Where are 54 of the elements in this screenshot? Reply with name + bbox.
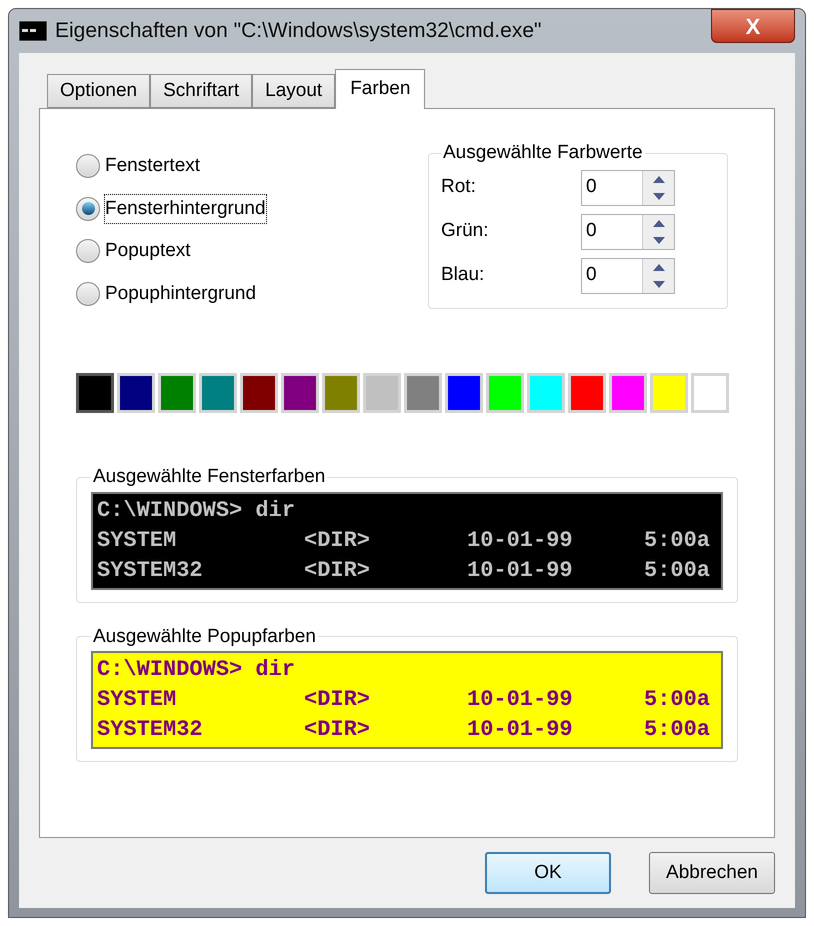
arrow-down-icon bbox=[652, 280, 664, 288]
dialog-button[interactable]: OK bbox=[485, 852, 611, 894]
console-text: SYSTEM32 bbox=[97, 716, 204, 744]
tab[interactable]: Farben bbox=[335, 69, 426, 109]
radio-button[interactable] bbox=[76, 154, 100, 178]
console-text: 5:00a bbox=[644, 526, 710, 554]
console-text: 10-01-99 bbox=[467, 526, 574, 554]
field-label: Grün: bbox=[441, 219, 490, 244]
radio-button[interactable] bbox=[76, 239, 100, 264]
arrow-down-icon bbox=[652, 192, 664, 200]
radio-label: Popuphintergrund bbox=[104, 282, 258, 306]
console-text: SYSTEM bbox=[97, 686, 178, 714]
radio-label: Popuptext bbox=[104, 239, 192, 263]
tab[interactable]: Layout bbox=[252, 74, 336, 108]
dialog-button[interactable]: Abbrechen bbox=[649, 852, 775, 894]
field-label: Rot: bbox=[441, 175, 477, 200]
window-title: Eigenschaften von "C:\Windows\system32\cmd.exe" bbox=[55, 18, 542, 44]
console-text: <DIR> bbox=[304, 526, 372, 554]
radio-button[interactable] bbox=[76, 196, 100, 221]
field-label: Blau: bbox=[441, 263, 486, 288]
spin-buttons[interactable] bbox=[642, 258, 674, 292]
radio-button[interactable] bbox=[76, 282, 100, 306]
tab[interactable]: Schriftart bbox=[150, 74, 252, 108]
console-text: SYSTEM bbox=[97, 526, 178, 554]
arrow-down-icon bbox=[652, 236, 664, 244]
console-text: <DIR> bbox=[304, 716, 372, 744]
console-text: <DIR> bbox=[304, 556, 372, 584]
console-text: 5:00a bbox=[644, 716, 710, 744]
console-text: 10-01-99 bbox=[467, 716, 574, 744]
arrow-up-icon bbox=[652, 264, 664, 270]
number-spinner[interactable]: 0 bbox=[581, 214, 675, 250]
number-spinner[interactable]: 0 bbox=[581, 258, 675, 294]
console-text: C:\WINDOWS> dir bbox=[97, 656, 296, 684]
arrow-up-icon bbox=[652, 220, 664, 226]
color-swatch[interactable] bbox=[76, 373, 114, 413]
radio-label: Fensterhintergrund bbox=[104, 194, 267, 224]
spin-buttons[interactable] bbox=[642, 170, 674, 204]
group-title: Ausgewählte Popupfarben bbox=[92, 624, 317, 648]
number-spinner[interactable]: 0 bbox=[581, 170, 675, 206]
console-icon bbox=[19, 21, 47, 41]
group-title: Ausgewählte Farbwerte bbox=[442, 141, 644, 165]
console-text: 5:00a bbox=[644, 686, 710, 714]
group-title: Ausgewählte Fensterfarben bbox=[92, 465, 326, 489]
tab[interactable]: Optionen bbox=[47, 74, 150, 108]
console-text: <DIR> bbox=[304, 686, 372, 714]
console-text: 10-01-99 bbox=[467, 556, 574, 584]
spin-buttons[interactable] bbox=[642, 214, 674, 248]
console-text: C:\WINDOWS> dir bbox=[97, 496, 296, 524]
console-text: SYSTEM32 bbox=[97, 556, 204, 584]
console-text: 10-01-99 bbox=[467, 686, 574, 714]
arrow-up-icon bbox=[652, 176, 664, 182]
close-button[interactable]: X bbox=[711, 9, 795, 43]
console-text: 5:00a bbox=[644, 556, 710, 584]
radio-label: Fenstertext bbox=[104, 154, 202, 178]
